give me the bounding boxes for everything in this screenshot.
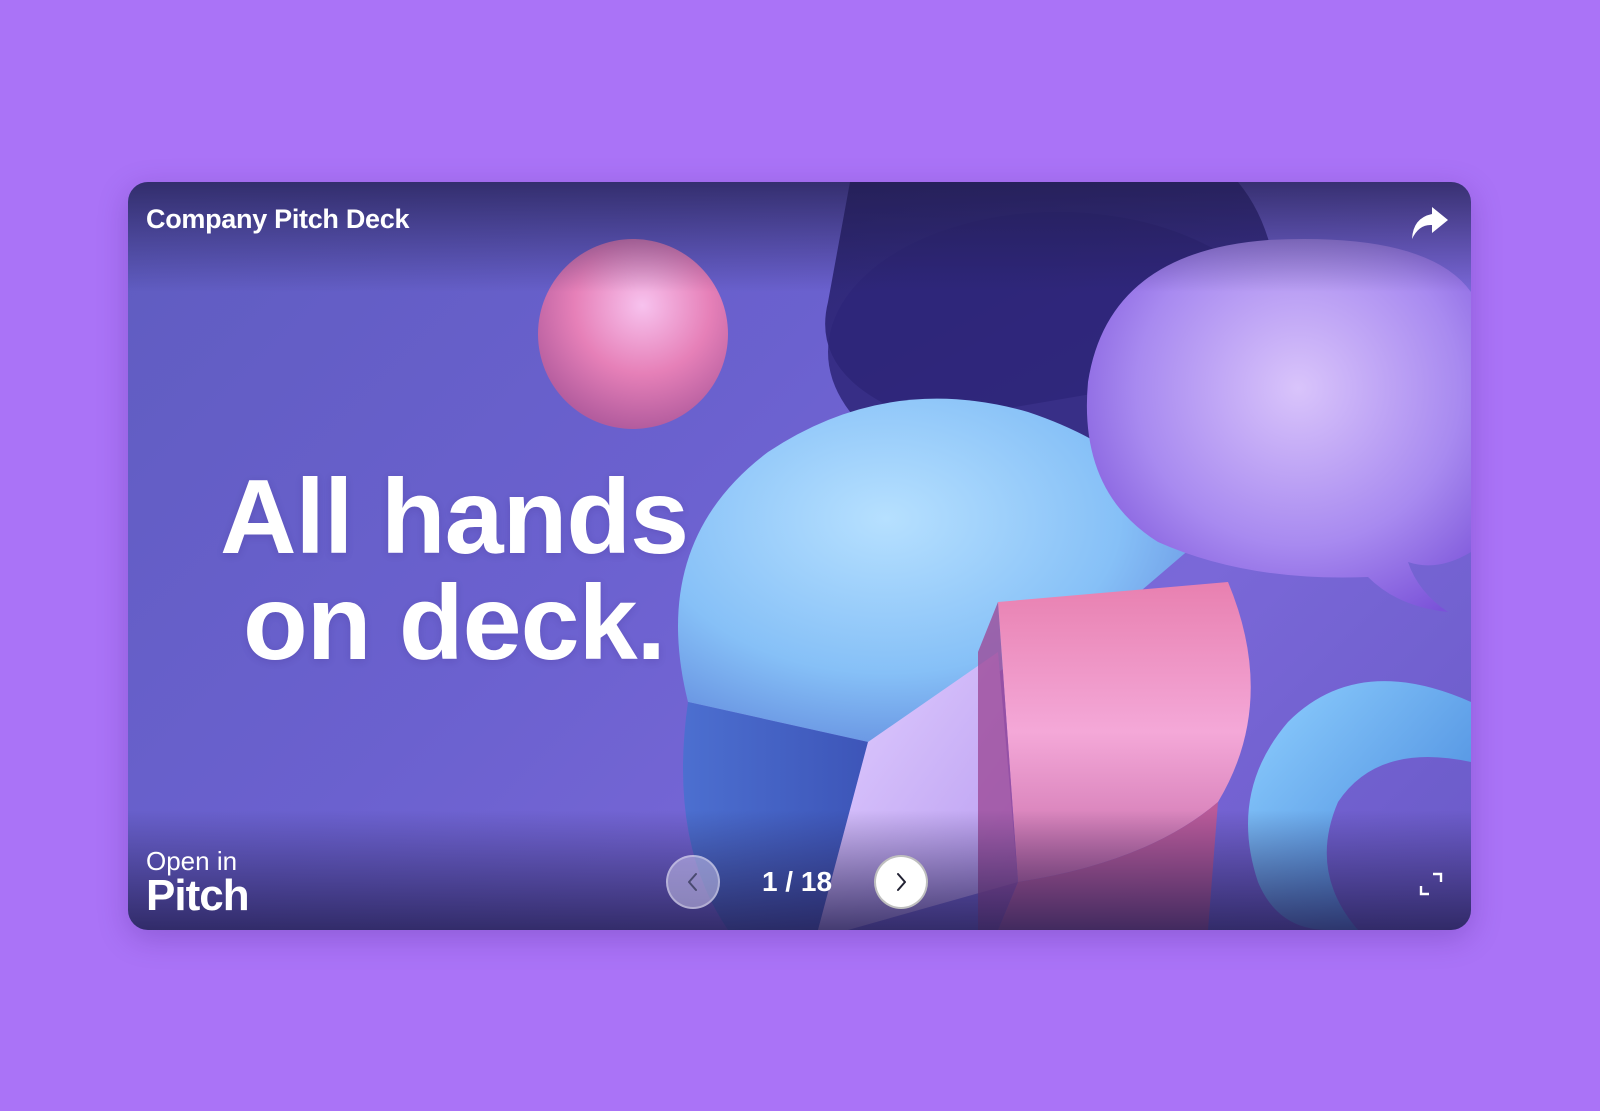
presentation-player: Company Pitch Deck All hands on deck. Op… xyxy=(128,182,1471,930)
previous-slide-button[interactable] xyxy=(666,855,720,909)
chevron-right-icon xyxy=(897,873,906,891)
slide-navigation: 1 / 18 xyxy=(666,854,928,910)
chevron-left-icon xyxy=(688,873,697,891)
next-slide-button[interactable] xyxy=(874,855,928,909)
top-overlay xyxy=(128,182,1471,292)
fullscreen-icon xyxy=(1419,872,1443,896)
total-pages: 18 xyxy=(800,866,833,897)
slide-headline: All hands on deck. xyxy=(204,464,704,676)
open-in-pitch-link[interactable]: Open in Pitch xyxy=(146,848,250,920)
fullscreen-button[interactable] xyxy=(1413,866,1449,902)
share-arrow-icon xyxy=(1412,207,1448,239)
deck-title: Company Pitch Deck xyxy=(146,204,410,234)
page-counter: 1 / 18 xyxy=(720,866,874,898)
headline-line-1: All hands xyxy=(219,458,689,576)
page-separator: / xyxy=(777,866,801,897)
current-page: 1 xyxy=(761,866,778,897)
share-button[interactable] xyxy=(1407,200,1453,246)
headline-line-2: on deck. xyxy=(242,564,666,682)
pitch-logo: Pitch xyxy=(146,871,250,920)
